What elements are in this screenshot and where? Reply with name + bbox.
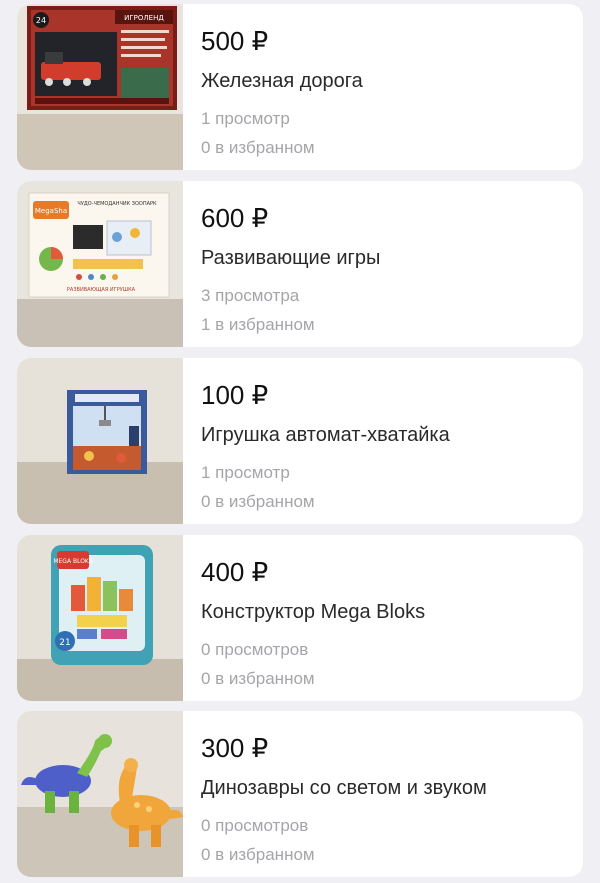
listing-title[interactable]: Игрушка автомат-хватайка [201, 422, 450, 448]
listing-photo[interactable] [17, 711, 183, 877]
mega-bloks-bag-photo-icon: MEGA BLOKS 21 [17, 535, 183, 701]
listing-views: 0 просмотров [201, 816, 309, 835]
listing-card[interactable]: ИГРОЛЕНД 24 500 ₽ Железная дорога 1 прос [17, 4, 583, 170]
listing-title[interactable]: Железная дорога [201, 68, 363, 94]
listing-views: 3 просмотра [201, 286, 300, 305]
listing-price: 500 ₽ [201, 26, 269, 56]
listing-title[interactable]: Динозавры со светом и звуком [201, 775, 487, 801]
listing-card[interactable]: MegaSha ЧУДО-ЧЕМОДАНЧИК ЗООПАРК РАЗВИВАЮ… [17, 181, 583, 347]
listing-card[interactable]: 100 ₽ Игрушка автомат-хватайка 1 просмот… [17, 358, 583, 524]
listing-title[interactable]: Конструктор Mega Bloks [201, 599, 425, 625]
box-brand-label: MegaSha [35, 207, 67, 215]
listing-favorites: 1 в избранном [201, 315, 315, 334]
listing-photo[interactable]: ИГРОЛЕНД 24 [17, 4, 183, 170]
listing-info: 600 ₽ Развивающие игры 3 просмотра 1 в и… [183, 181, 380, 347]
box-count-badge: 21 [59, 638, 70, 648]
listing-info: 400 ₽ Конструктор Mega Bloks 0 просмотро… [183, 535, 425, 701]
listing-info: 100 ₽ Игрушка автомат-хватайка 1 просмот… [183, 358, 450, 524]
listing-views: 1 просмотр [201, 109, 290, 128]
listing-info: 300 ₽ Динозавры со светом и звуком 0 про… [183, 711, 487, 877]
listing-price: 300 ₽ [201, 733, 269, 763]
listing-views: 0 просмотров [201, 640, 309, 659]
toy-dinosaurs-photo-icon [17, 711, 183, 877]
listing-photo[interactable]: MEGA BLOKS 21 [17, 535, 183, 701]
listing-card[interactable]: MEGA BLOKS 21 400 ₽ Конструктор Mega Blo… [17, 535, 583, 701]
listings-list: ИГРОЛЕНД 24 500 ₽ Железная дорога 1 прос [0, 0, 600, 883]
listing-title[interactable]: Развивающие игры [201, 245, 380, 271]
listing-info: 500 ₽ Железная дорога 1 просмотр 0 в изб… [183, 4, 363, 170]
box-brand-label: ИГРОЛЕНД [124, 14, 164, 22]
box-footer-label: РАЗВИВАЮЩАЯ ИГРУШКА [67, 287, 136, 293]
box-badge: 24 [36, 16, 46, 25]
listing-card[interactable]: 300 ₽ Динозавры со светом и звуком 0 про… [17, 711, 583, 877]
claw-machine-toy-photo-icon [17, 358, 183, 524]
listing-price: 600 ₽ [201, 203, 269, 233]
listing-photo[interactable] [17, 358, 183, 524]
listing-photo[interactable]: MegaSha ЧУДО-ЧЕМОДАНЧИК ЗООПАРК РАЗВИВАЮ… [17, 181, 183, 347]
listing-favorites: 0 в избранном [201, 492, 315, 511]
listing-favorites: 0 в избранном [201, 845, 315, 864]
box-header-label: ЧУДО-ЧЕМОДАНЧИК ЗООПАРК [77, 201, 157, 207]
listing-price: 400 ₽ [201, 557, 269, 587]
educational-game-box-photo-icon: MegaSha ЧУДО-ЧЕМОДАНЧИК ЗООПАРК РАЗВИВАЮ… [17, 181, 183, 347]
listing-favorites: 0 в избранном [201, 138, 315, 157]
toy-railway-box-photo-icon: ИГРОЛЕНД 24 [17, 4, 183, 170]
listing-price: 100 ₽ [201, 380, 269, 410]
box-brand-label: MEGA BLOKS [53, 558, 93, 565]
listing-favorites: 0 в избранном [201, 669, 315, 688]
listing-views: 1 просмотр [201, 463, 290, 482]
